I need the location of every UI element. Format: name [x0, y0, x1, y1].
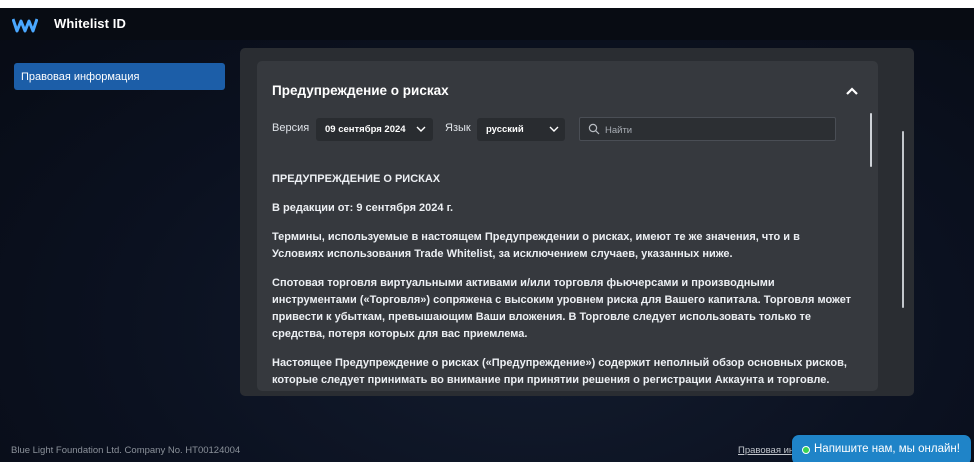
chat-button[interactable]: Напишите нам, мы онлайн! [792, 435, 971, 462]
document-body: ПРЕДУПРЕЖДЕНИЕ О РИСКАХ В редакции от: 9… [272, 171, 852, 391]
language-select[interactable]: русский [477, 118, 565, 141]
page-scrollbar[interactable] [902, 131, 904, 308]
document-paragraph: Термины, используемые в настоящем Предуп… [272, 231, 800, 260]
language-label: Язык [445, 122, 471, 134]
app-window: Whitelist ID Правовая информация Предупр… [0, 8, 974, 462]
sidebar-item-legal-info[interactable]: Правовая информация [14, 63, 225, 90]
online-status-icon [802, 446, 810, 454]
legal-info-link[interactable]: Правовая информация [738, 445, 798, 456]
language-select-value: русский [486, 124, 524, 135]
chevron-down-icon [549, 126, 559, 132]
document-paragraph: Спотовая торговля виртуальными активами … [272, 277, 852, 340]
chevron-up-icon[interactable] [845, 85, 859, 97]
version-select[interactable]: 09 сентября 2024 [316, 118, 433, 141]
risk-warning-card: Предупреждение о рисках Версия 09 сентяб… [257, 61, 878, 391]
chat-button-label: Напишите нам, мы онлайн! [814, 443, 960, 455]
document-edition: В редакции от: 9 сентября 2024 г. [272, 202, 454, 214]
version-label: Версия [272, 122, 310, 134]
search-input[interactable] [603, 121, 832, 139]
inner-scrollbar[interactable] [870, 113, 872, 167]
chevron-down-icon [416, 126, 426, 132]
sidebar-item-label: Правовая информация [21, 71, 140, 83]
app-title: Whitelist ID [54, 16, 126, 31]
whitelist-logo-icon[interactable] [12, 17, 38, 33]
version-select-value: 09 сентября 2024 [325, 124, 406, 135]
document-paragraph: Настоящее Предупреждение о рисках («Пред… [272, 357, 847, 386]
document-heading: ПРЕДУПРЕЖДЕНИЕ О РИСКАХ [272, 173, 441, 185]
search-field[interactable] [579, 117, 836, 141]
top-bar: Whitelist ID [0, 8, 974, 40]
search-icon [588, 123, 600, 135]
section-title: Предупреждение о рисках [272, 83, 449, 98]
company-info: Blue Light Foundation Ltd. Company No. H… [11, 445, 241, 456]
